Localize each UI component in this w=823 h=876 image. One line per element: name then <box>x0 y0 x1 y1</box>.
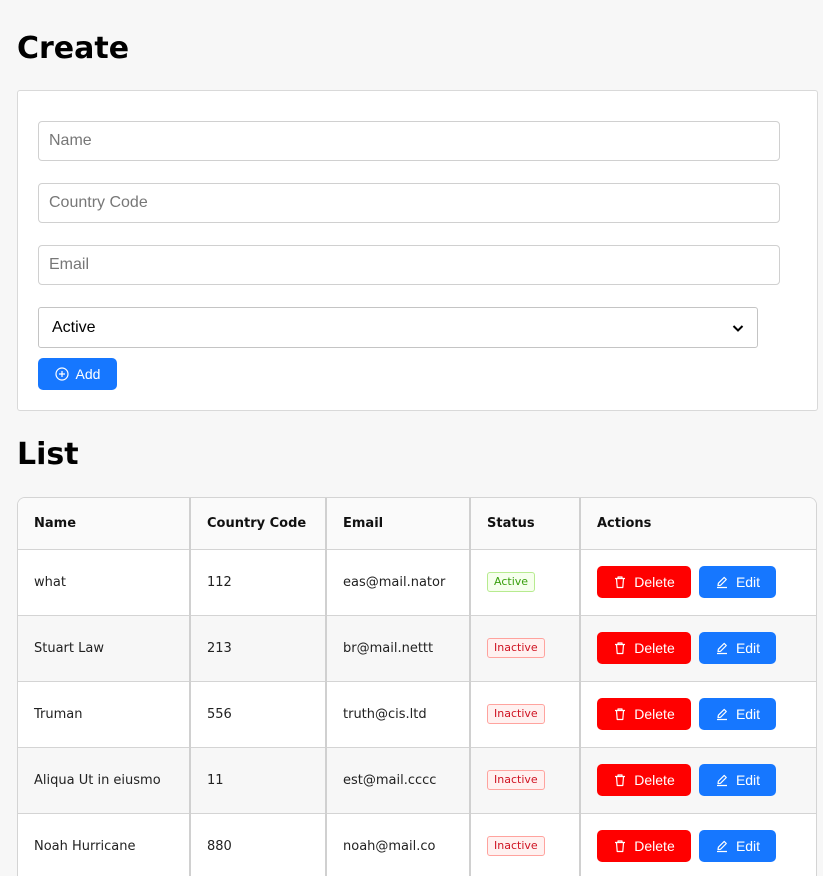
trash-icon <box>615 774 626 787</box>
column-header-actions: Actions <box>580 498 816 550</box>
status-badge: Inactive <box>487 770 545 790</box>
cell-actions: Delete Edit <box>580 615 816 682</box>
edit-button[interactable]: Edit <box>699 632 776 664</box>
edit-button[interactable]: Edit <box>699 698 776 730</box>
add-button-label: Add <box>75 366 101 382</box>
chevron-down-icon <box>732 324 744 332</box>
edit-button-label: Edit <box>735 574 761 590</box>
table-row: Stuart Law 213 br@mail.nettt Inactive Delete… <box>18 615 816 682</box>
table-row: Truman 556 truth@cis.ltd Inactive Delete Edit <box>18 681 816 748</box>
pencil-icon <box>716 642 727 655</box>
column-header-status: Status <box>470 498 581 550</box>
cell-name: Noah Hurricane <box>18 813 191 876</box>
delete-button-label: Delete <box>634 838 675 854</box>
cell-actions: Delete Edit <box>580 681 816 748</box>
status-badge: Inactive <box>487 638 545 658</box>
cell-actions: Delete Edit <box>580 813 816 876</box>
cell-email: br@mail.nettt <box>326 615 471 682</box>
edit-button-label: Edit <box>735 838 761 854</box>
column-header-email: Email <box>326 498 471 550</box>
delete-button-label: Delete <box>634 772 675 788</box>
status-select-value: Active <box>52 318 96 336</box>
edit-button[interactable]: Edit <box>699 830 776 862</box>
list-title: List <box>17 437 79 472</box>
edit-button-label: Edit <box>735 772 761 788</box>
status-badge: Inactive <box>487 704 545 724</box>
cell-status: Active <box>470 549 581 616</box>
cell-actions: Delete Edit <box>580 747 816 814</box>
column-header-name: Name <box>18 498 191 550</box>
pencil-icon <box>716 708 727 721</box>
cell-country-code: 112 <box>190 549 327 616</box>
column-header-country-code: Country Code <box>190 498 327 550</box>
edit-button-label: Edit <box>735 640 761 656</box>
pencil-icon <box>716 840 727 853</box>
cell-status: Inactive <box>470 813 581 876</box>
trash-icon <box>615 840 626 853</box>
status-badge: Inactive <box>487 836 545 856</box>
create-form: Active Add <box>17 90 818 411</box>
add-button[interactable]: Add <box>38 358 117 390</box>
delete-button[interactable]: Delete <box>597 566 691 598</box>
table-row: Noah Hurricane 880 noah@mail.co Inactive Del… <box>18 813 816 876</box>
cell-name: Stuart Law <box>18 615 191 682</box>
edit-button-label: Edit <box>735 706 761 722</box>
cell-email: eas@mail.nator <box>326 549 471 616</box>
cell-status: Inactive <box>470 681 581 748</box>
plus-circle-icon <box>54 367 69 381</box>
trash-icon <box>615 642 626 655</box>
cell-email: est@mail.cccc <box>326 747 471 814</box>
country-code-input[interactable] <box>38 183 780 223</box>
delete-button[interactable]: Delete <box>597 698 691 730</box>
delete-button-label: Delete <box>634 640 675 656</box>
table-header-row: Name Country Code Email Status Actions <box>18 498 816 550</box>
pencil-icon <box>716 774 727 787</box>
delete-button-label: Delete <box>634 706 675 722</box>
cell-country-code: 880 <box>190 813 327 876</box>
cell-email: noah@mail.co <box>326 813 471 876</box>
cell-actions: Delete Edit <box>580 549 816 616</box>
delete-button[interactable]: Delete <box>597 764 691 796</box>
table-row: Aliqua Ut in eiusmo 11 est@mail.cccc Inacti… <box>18 747 816 814</box>
delete-button[interactable]: Delete <box>597 632 691 664</box>
cell-country-code: 213 <box>190 615 327 682</box>
cell-name: Truman <box>18 681 191 748</box>
list-table: Name Country Code Email Status Actions w… <box>17 497 817 876</box>
delete-button[interactable]: Delete <box>597 830 691 862</box>
cell-name: Aliqua Ut in eiusmo <box>18 747 191 814</box>
create-title: Create <box>17 31 130 66</box>
status-badge: Active <box>487 572 536 592</box>
delete-button-label: Delete <box>634 574 675 590</box>
status-select[interactable]: Active <box>38 307 758 348</box>
cell-email: truth@cis.ltd <box>326 681 471 748</box>
cell-status: Inactive <box>470 747 581 814</box>
name-input[interactable] <box>38 121 780 161</box>
table-row: what 112 eas@mail.nator Active Delete Edit <box>18 549 816 616</box>
trash-icon <box>615 708 626 721</box>
cell-status: Inactive <box>470 615 581 682</box>
trash-icon <box>615 576 626 589</box>
pencil-icon <box>716 576 727 589</box>
cell-name: what <box>18 549 191 616</box>
edit-button[interactable]: Edit <box>699 764 776 796</box>
email-input[interactable] <box>38 245 780 285</box>
edit-button[interactable]: Edit <box>699 566 776 598</box>
cell-country-code: 11 <box>190 747 327 814</box>
cell-country-code: 556 <box>190 681 327 748</box>
